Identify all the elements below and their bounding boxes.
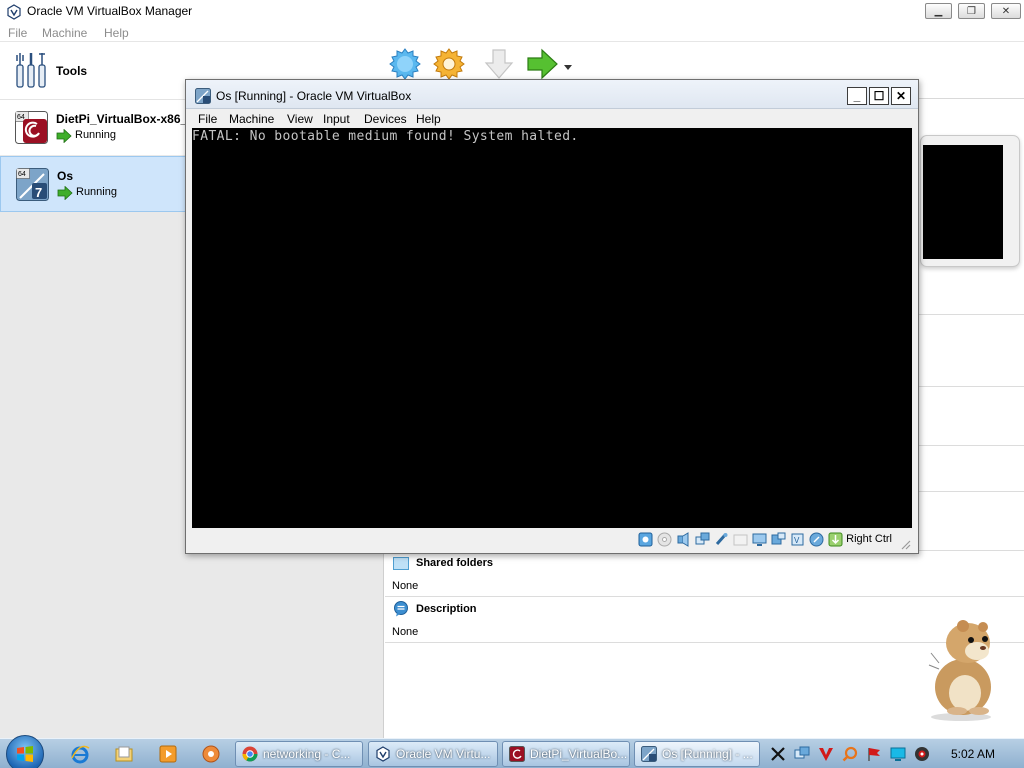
shared-folder-icon[interactable] [733,532,748,547]
flag-tray-icon[interactable] [866,746,882,762]
vm-close-button[interactable]: ✕ [891,87,911,105]
shared-folders-header[interactable]: Shared folders [393,555,493,571]
close-button[interactable]: ✕ [991,3,1021,19]
chrome-icon [242,746,258,762]
svg-text:7: 7 [35,185,42,200]
task-label: networking - C... [263,747,351,761]
start-button[interactable] [6,735,44,768]
manager-titlebar[interactable]: Oracle VM VirtualBox Manager ▁ ❐ ✕ [0,0,1024,23]
description-header[interactable]: Description [393,601,477,617]
task-chrome[interactable]: networking - C... [235,741,363,767]
vm-menu-file[interactable]: File [198,112,217,126]
section-title: Shared folders [416,557,494,569]
restore-button[interactable]: ❐ [958,3,985,19]
vm-menu-devices[interactable]: Devices [364,112,407,126]
vm-menu-machine[interactable]: Machine [229,112,274,126]
vm-name: DietPi_VirtualBox-x86_ [56,112,188,126]
task-label: Os [Running] - ... [662,747,753,761]
manager-title: Oracle VM VirtualBox Manager [27,4,193,18]
task-label: Oracle VM Virtu... [396,747,491,761]
windows-logo-icon [17,746,33,762]
network-tray-icon[interactable] [794,746,810,762]
task-label: DietPi_VirtualBo... [530,747,628,761]
resize-grip-icon[interactable] [899,538,911,550]
vm-console-window: Os [Running] - Oracle VM VirtualBox _ ☐ … [185,79,919,554]
x-tray-icon[interactable] [770,746,786,762]
vm-name: Os [57,169,74,183]
taskbar-clock[interactable]: 5:02 AM [951,747,995,761]
menu-help[interactable]: Help [104,26,129,40]
hamster-mascot[interactable] [921,613,1011,723]
keyboard-capture-icon[interactable] [828,532,843,547]
display-tray-icon[interactable] [890,746,906,762]
vm-maximize-button[interactable]: ☐ [869,87,889,105]
new-icon[interactable] [388,47,422,81]
preview-panel [920,135,1020,267]
vm-window-title: Os [Running] - Oracle VM VirtualBox [216,89,412,103]
settings-icon[interactable] [432,47,466,81]
internet-explorer-icon[interactable] [70,744,90,764]
windows7-vm-icon [195,88,211,104]
optical-disk-icon[interactable] [657,532,672,547]
task-dietpi-vm[interactable]: DietPi_VirtualBo... [502,741,630,767]
windows7-64-icon: 64 7 [16,168,49,201]
vm-win7-icon [641,746,657,762]
antivirus-tray-icon[interactable] [818,746,834,762]
virtualbox-app-icon [7,4,21,20]
debian-64-icon: 64 [15,111,48,144]
svg-text:V: V [794,536,800,545]
taskbar: networking - C... Oracle VM Virtu... Die… [0,735,1024,768]
task-virtualbox-manager[interactable]: Oracle VM Virtu... [368,741,498,767]
tools-icon [16,53,46,88]
section-title: Description [416,603,477,615]
folder-icon [393,557,409,570]
vm-menubar: File Machine View Input Devices Help [192,109,912,128]
vm-titlebar[interactable]: Os [Running] - Oracle VM VirtualBox _ ☐ … [186,80,918,109]
vm-minimize-button[interactable]: _ [847,87,867,105]
hard-disk-icon[interactable] [638,532,653,547]
console-message: FATAL: No bootable medium found! System … [192,129,579,144]
svg-text:64: 64 [18,171,26,178]
preview-screen [923,145,1003,259]
vm-statusbar: V Right Ctrl [192,528,912,552]
menu-machine[interactable]: Machine [42,26,87,40]
tools-label: Tools [56,64,88,78]
speech-bubble-icon [394,601,408,617]
vm-menu-help[interactable]: Help [416,112,441,126]
vm-display[interactable]: FATAL: No bootable medium found! System … [192,128,912,528]
media-player-icon[interactable] [158,744,178,764]
cpu-icon[interactable]: V [790,532,805,547]
volume-tray-icon[interactable] [914,746,930,762]
vm-state: Running [76,186,117,198]
network-icon[interactable] [695,532,710,547]
host-key-label: Right Ctrl [846,533,892,545]
photo-app-icon[interactable] [201,744,221,764]
virtualbox-icon [376,746,390,762]
discard-icon[interactable] [482,47,516,81]
vm-menu-view[interactable]: View [287,112,313,126]
audio-icon[interactable] [676,532,691,547]
svg-text:64: 64 [17,114,25,121]
manager-menubar: File Machine Help [0,23,1024,42]
running-arrow-icon [56,129,72,143]
chevron-down-icon[interactable] [564,65,572,71]
vm-debian-icon [509,746,525,762]
display-icon[interactable] [752,532,767,547]
description-value: None [392,626,419,638]
file-explorer-icon[interactable] [114,744,134,764]
vm-menu-input[interactable]: Input [323,112,350,126]
running-arrow-icon [57,186,73,200]
menu-file[interactable]: File [8,26,27,40]
show-icon[interactable] [525,47,559,81]
mouse-integration-icon[interactable] [809,532,824,547]
divider [385,596,1024,597]
video-capture-icon[interactable] [771,532,786,547]
vm-state: Running [75,129,116,141]
minimize-button[interactable]: ▁ [925,3,952,19]
task-os-vm[interactable]: Os [Running] - ... [634,741,760,767]
search-tray-icon[interactable] [842,746,858,762]
usb-icon[interactable] [714,532,729,547]
shared-folders-value: None [392,580,419,592]
